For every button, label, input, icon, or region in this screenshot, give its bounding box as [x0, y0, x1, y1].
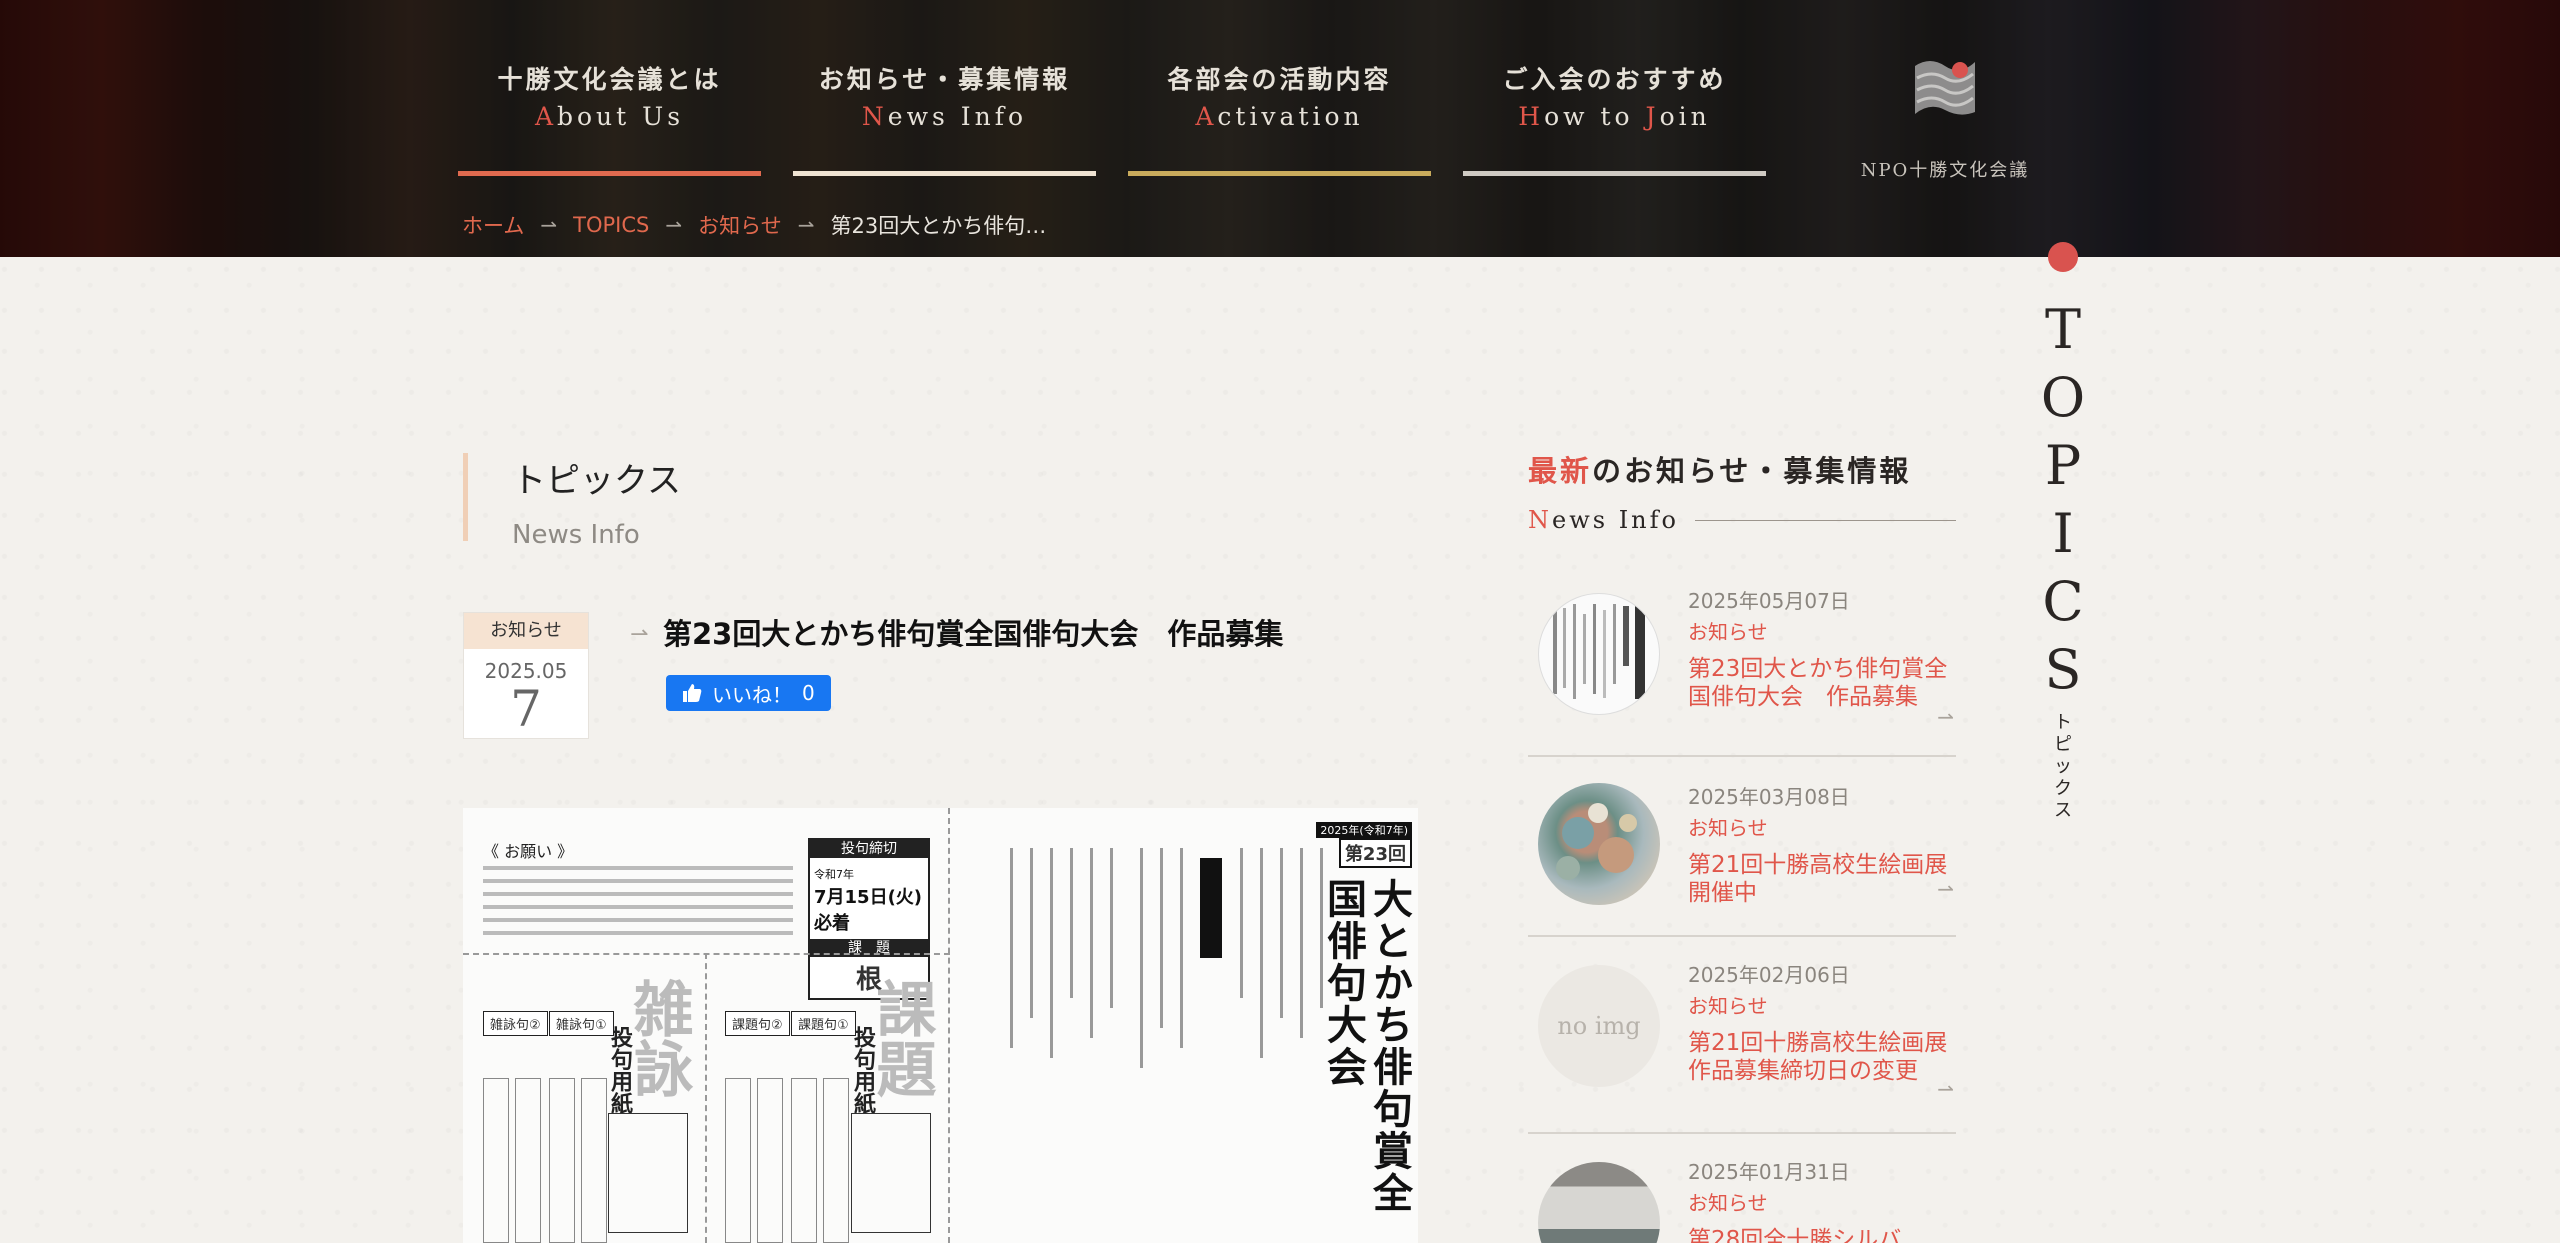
breadcrumb-arrow-icon: ⇀: [540, 213, 558, 237]
nav-underline: [458, 171, 761, 176]
post-title: 第23回大とかち俳句賞全国俳句大会 作品募集: [663, 617, 1284, 651]
news-date: 2025年03月08日: [1688, 785, 1850, 809]
news-date: 2025年05月07日: [1688, 589, 1850, 613]
flyer-text-lines: [483, 866, 793, 944]
flyer-title: 大とかち俳句賞全国俳句大会: [1320, 878, 1412, 1214]
like-label: いいね！: [712, 682, 792, 707]
breadcrumb-news[interactable]: お知らせ: [698, 210, 782, 240]
news-category: お知らせ: [1688, 620, 1768, 644]
vertical-topics-text: TOPICS: [2040, 298, 2086, 701]
sidebar-heading: 最新のお知らせ・募集情報 News Info: [1528, 448, 1956, 534]
logo-flag-icon: [1915, 61, 1975, 115]
news-date: 2025年01月31日: [1688, 1160, 1850, 1184]
breadcrumb-home[interactable]: ホーム: [462, 210, 524, 240]
nav-label-en: How to Join: [1518, 102, 1711, 131]
breadcrumb-arrow-icon: ⇀: [665, 213, 683, 237]
no-image-placeholder: no img: [1538, 965, 1660, 1087]
post-flyer-image: 《 お願い 》 投句締切 令和7年 7月15日(火)必着 課 題 根 雑詠 投句用…: [463, 808, 1418, 1243]
post-arrow-icon: ⇀: [630, 622, 649, 647]
nav-label-ja: 各部会の活動内容: [1167, 65, 1392, 94]
nav-underline: [793, 171, 1096, 176]
flyer-title-panel: 2025年(令和7年) 第23回 大とかち俳句賞全国俳句大会: [950, 808, 1418, 1243]
facebook-like-button[interactable]: いいね！ 0: [666, 675, 831, 711]
sidebar-subtitle: News Info: [1528, 506, 1679, 534]
news-category: お知らせ: [1688, 994, 1768, 1018]
like-count: 0: [802, 681, 815, 705]
sidebar-news-item[interactable]: 2025年03月08日 お知らせ 第21回十勝高校生絵画展開催中 ⇀: [1528, 757, 1956, 937]
post-category: お知らせ: [464, 613, 588, 649]
flyer-deadline-box: 投句締切 令和7年 7月15日(火)必着 課 題 根: [808, 838, 930, 1000]
arrow-icon: ⇀: [1937, 705, 1954, 729]
news-title: 第23回大とかち俳句賞全国俳句大会 作品募集: [1688, 656, 1948, 710]
site-logo[interactable]: NPO十勝文化会議: [1860, 48, 2030, 182]
nav-label-en: Activation: [1195, 102, 1364, 131]
nav-activation[interactable]: 各部会の活動内容 Activation: [1128, 60, 1431, 176]
nav-about-us[interactable]: 十勝文化会議とは About Us: [458, 60, 761, 176]
news-thumbnail: [1538, 1162, 1660, 1243]
sidebar-news-item[interactable]: 2025年01月31日 お知らせ 第28回全十勝シルバ: [1528, 1134, 1956, 1243]
section-heading: トピックス News Info: [463, 453, 681, 550]
news-date: 2025年02月06日: [1688, 963, 1850, 987]
nav-label-en: News Info: [861, 102, 1028, 131]
page-subtitle: News Info: [512, 520, 640, 550]
nav-label-ja: お知らせ・募集情報: [818, 65, 1071, 94]
vertical-topics-sub: トピックス: [2054, 712, 2072, 821]
nav-news-info[interactable]: お知らせ・募集情報 News Info: [793, 60, 1096, 176]
breadcrumb-arrow-icon: ⇀: [797, 213, 815, 237]
sidebar-title: 最新のお知らせ・募集情報: [1528, 454, 1912, 488]
news-thumbnail: [1538, 783, 1660, 905]
vertical-topics-label: TOPICS トピックス: [2040, 242, 2086, 822]
global-nav: 十勝文化会議とは About Us お知らせ・募集情報 News Info 各部…: [458, 60, 1766, 176]
nav-how-to-join[interactable]: ご入会のおすすめ How to Join: [1463, 60, 1766, 176]
flyer-note: 《 お願い 》: [483, 842, 574, 861]
arrow-icon: ⇀: [1937, 1077, 1954, 1101]
nav-label-en: About Us: [534, 102, 685, 131]
sidebar-news-item[interactable]: no img 2025年02月06日 お知らせ 第21回十勝高校生絵画展作品募集…: [1528, 937, 1956, 1134]
flyer-zatsuei: 雑詠: [623, 978, 693, 1098]
arrow-icon: ⇀: [1937, 877, 1954, 901]
news-title: 第21回十勝高校生絵画展開催中: [1688, 852, 1948, 906]
breadcrumb: ホーム ⇀ TOPICS ⇀ お知らせ ⇀ 第23回大とかち俳句…: [462, 210, 1046, 240]
flyer-entry-form: 《 お願い 》 投句締切 令和7年 7月15日(火)必着 課 題 根 雑詠 投句用…: [463, 808, 950, 1243]
nav-underline: [1463, 171, 1766, 176]
sidebar-divider: [1694, 519, 1956, 521]
news-title: 第28回全十勝シルバ: [1688, 1227, 1902, 1243]
thumbs-up-icon: [683, 684, 702, 702]
nav-underline: [1128, 171, 1431, 176]
flyer-kadai: 課題: [866, 978, 936, 1098]
news-title: 第21回十勝高校生絵画展作品募集締切日の変更: [1688, 1030, 1948, 1084]
red-dot-icon: [2048, 242, 2078, 272]
page-title: トピックス: [512, 461, 681, 501]
post-date-box: お知らせ 2025.05 7: [463, 612, 589, 739]
nav-label-ja: 十勝文化会議とは: [497, 65, 722, 94]
post-day: 7: [510, 680, 542, 738]
flyer-edition: 第23回: [1338, 838, 1412, 868]
news-category: お知らせ: [1688, 816, 1768, 840]
logo-text: NPO十勝文化会議: [1860, 160, 2030, 181]
breadcrumb-topics[interactable]: TOPICS: [573, 213, 649, 237]
breadcrumb-current: 第23回大とかち俳句…: [830, 214, 1047, 238]
site-header: 十勝文化会議とは About Us お知らせ・募集情報 News Info 各部…: [0, 0, 2560, 257]
news-category: お知らせ: [1688, 1191, 1768, 1215]
sidebar-news-item[interactable]: 2025年05月07日 お知らせ 第23回大とかち俳句賞全国俳句大会 作品募集 …: [1528, 575, 1956, 757]
nav-label-ja: ご入会のおすすめ: [1502, 65, 1727, 94]
news-thumbnail: [1538, 593, 1660, 715]
